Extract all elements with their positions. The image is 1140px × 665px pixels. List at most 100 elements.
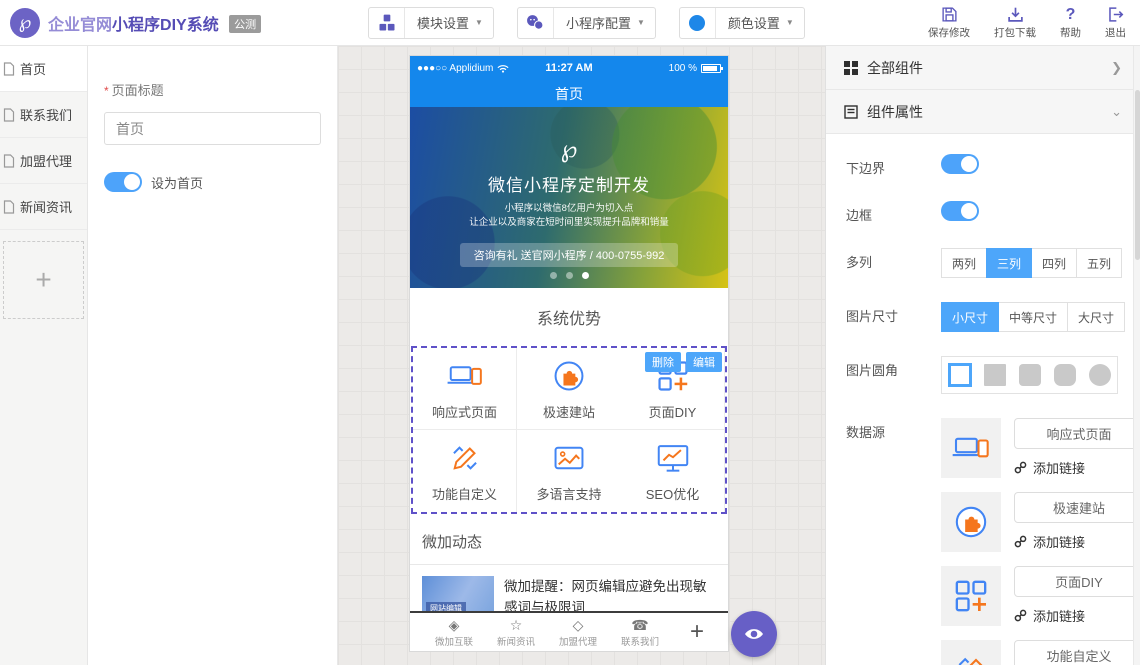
tab-label: 新闻资讯 [497, 634, 535, 648]
set-home-toggle[interactable] [104, 172, 142, 192]
columns-option-5[interactable]: 五列 [1076, 248, 1122, 278]
battery-text: 100 % [669, 63, 697, 74]
app-title: 企业官网小程序DIY系统 公测 [48, 11, 261, 35]
radius-option-square[interactable] [977, 357, 1012, 393]
sidebar-item-contact[interactable]: 联系我们 [0, 92, 87, 138]
fast-build-icon [951, 502, 991, 542]
color-circle-icon [680, 8, 716, 38]
banner-slide[interactable]: ℘ 微信小程序定制开发 小程序以微信8亿用户为切入点 让企业以及商家在短时间里实… [410, 107, 728, 288]
help-button[interactable]: ? 帮助 [1060, 6, 1081, 40]
image-size-small-active[interactable]: 小尺寸 [941, 302, 999, 332]
banner-title: 微信小程序定制开发 [410, 171, 728, 196]
banner-cta-pill[interactable]: 咨询有礼 送官网小程序 / 400-0755-992 [460, 243, 679, 267]
bottom-border-toggle[interactable] [941, 154, 979, 174]
datasource-title-input[interactable] [1014, 418, 1140, 449]
diamond-icon: ◇ [573, 617, 584, 633]
battery-icon [701, 64, 721, 73]
app-logo-icon: ℘ [10, 8, 40, 38]
columns-option-3-active[interactable]: 三列 [986, 248, 1032, 278]
exit-label: 退出 [1105, 25, 1126, 40]
datasource-list: 添加链接 [941, 418, 1140, 665]
radius-option-small[interactable] [1012, 357, 1047, 393]
datasource-title-input[interactable] [1014, 566, 1140, 597]
add-page-button[interactable]: + [3, 241, 84, 319]
image-size-label: 图片尺寸 [846, 302, 941, 325]
banner-subtitle: 小程序以微信8亿用户为切入点 让企业以及商家在短时间里实现提升品牌和销量 [410, 202, 728, 230]
image-size-large[interactable]: 大尺寸 [1067, 302, 1125, 332]
color-settings-dropdown[interactable]: 颜色设置 ▼ [679, 7, 805, 39]
app-title-part2: 小程序DIY系统 [112, 17, 219, 34]
components-grid-icon [844, 61, 858, 75]
page-settings-panel: *页面标题 设为首页 [88, 46, 338, 665]
page-icon [3, 200, 15, 214]
advantages-heading: 系统优势 [410, 288, 728, 346]
feature-cell-speed[interactable]: 极速建站 [517, 348, 621, 430]
chevron-down-icon: ▼ [786, 18, 804, 27]
radius-option-none-selected[interactable] [942, 357, 977, 393]
all-components-header[interactable]: 全部组件 ❯ [826, 46, 1140, 90]
component-props-header[interactable]: 组件属性 ⌄ [826, 90, 1140, 134]
phone-preview: ●●●○○ Applidium 11:27 AM 100 % 首页 ℘ 微信小程… [409, 55, 729, 652]
carousel-dot[interactable] [550, 272, 557, 279]
feature-label: 多语言支持 [536, 484, 601, 503]
image-radius-label: 图片圆角 [846, 356, 941, 379]
delete-component-button[interactable]: 删除 [645, 352, 681, 372]
help-label: 帮助 [1060, 25, 1081, 40]
border-toggle[interactable] [941, 201, 979, 221]
page-icon [3, 108, 15, 122]
page-diy-icon [951, 576, 991, 616]
save-button[interactable]: 保存修改 [928, 6, 970, 40]
preview-eye-button[interactable] [731, 611, 777, 657]
tab-contact[interactable]: ☎ 联系我们 [609, 617, 671, 648]
panel-scrollbar[interactable] [1133, 46, 1140, 665]
datasource-thumb [941, 492, 1001, 552]
page-icon [3, 62, 15, 76]
carousel-dot[interactable] [566, 272, 573, 279]
link-icon [1014, 535, 1027, 548]
module-settings-dropdown[interactable]: 模块设置 ▼ [368, 7, 494, 39]
page-item-label: 首页 [20, 59, 46, 78]
feature-label: 页面DIY [649, 402, 697, 421]
carousel-dot-active[interactable] [582, 272, 589, 279]
feature-cell-seo[interactable]: SEO优化 [621, 430, 725, 512]
feature-cell-custom[interactable]: 功能自定义 [413, 430, 517, 512]
tab-label: 联系我们 [621, 634, 659, 648]
tab-label: 加盟代理 [559, 634, 597, 648]
add-link-button[interactable]: 添加链接 [1014, 532, 1140, 551]
radius-option-circle[interactable] [1082, 357, 1117, 393]
miniprogram-config-dropdown[interactable]: 小程序配置 ▼ [517, 7, 656, 39]
add-link-label: 添加链接 [1033, 532, 1085, 551]
edit-component-button[interactable]: 编辑 [686, 352, 722, 372]
download-button[interactable]: 打包下载 [994, 6, 1036, 40]
add-link-button[interactable]: 添加链接 [1014, 458, 1140, 477]
datasource-title-input[interactable] [1014, 492, 1140, 523]
sidebar-item-news[interactable]: 新闻资讯 [0, 184, 87, 230]
phone-nav-bar: 首页 [410, 80, 728, 107]
radius-option-medium[interactable] [1047, 357, 1082, 393]
page-title-input[interactable] [104, 112, 321, 145]
props-list-icon [844, 105, 858, 119]
datasource-title-input[interactable] [1014, 640, 1140, 665]
feature-grid-component[interactable]: 删除 编辑 响应式页面 极速建站 页面DIY 功能自定义 [411, 346, 727, 514]
scrollbar-thumb[interactable] [1135, 90, 1140, 260]
columns-option-4[interactable]: 四列 [1031, 248, 1077, 278]
sidebar-item-agency[interactable]: 加盟代理 [0, 138, 87, 184]
image-size-medium[interactable]: 中等尺寸 [998, 302, 1068, 332]
columns-option-2[interactable]: 两列 [941, 248, 987, 278]
sidebar-item-home[interactable]: 首页 [0, 46, 87, 92]
tab-agency[interactable]: ◇ 加盟代理 [547, 617, 609, 648]
datasource-item: 添加链接 [941, 640, 1140, 665]
link-icon [1014, 609, 1027, 622]
exit-button[interactable]: 退出 [1105, 6, 1126, 40]
page-item-label: 加盟代理 [20, 151, 72, 170]
page-item-label: 联系我们 [20, 105, 72, 124]
datasource-label: 数据源 [846, 418, 941, 441]
add-link-button[interactable]: 添加链接 [1014, 606, 1140, 625]
tab-home[interactable]: ◈ 微加互联 [423, 617, 485, 648]
columns-label: 多列 [846, 248, 941, 271]
feature-cell-multilang[interactable]: 多语言支持 [517, 430, 621, 512]
tab-add-button[interactable]: + [679, 618, 715, 646]
feature-cell-responsive[interactable]: 响应式页面 [413, 348, 517, 430]
tab-news[interactable]: ☆ 新闻资讯 [485, 617, 547, 648]
border-label: 边框 [846, 201, 941, 224]
